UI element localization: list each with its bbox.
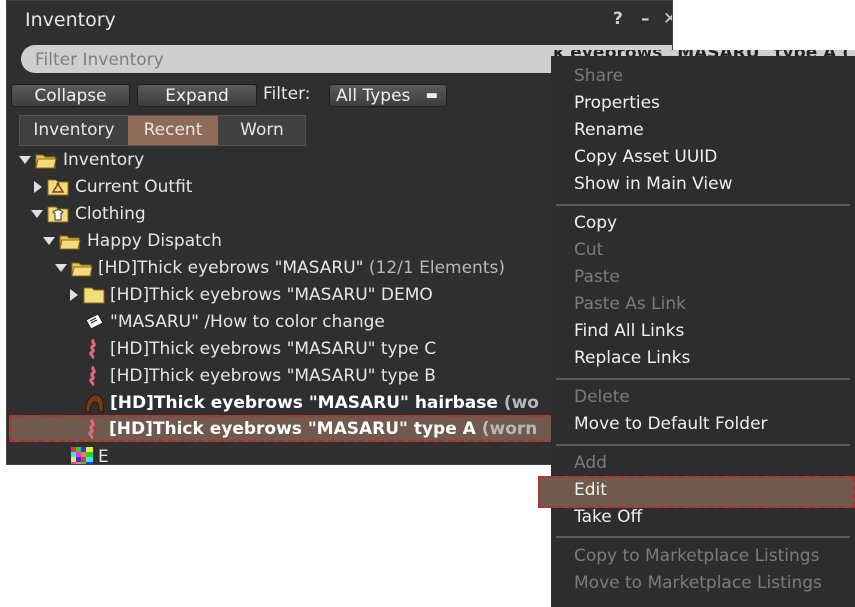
tree-label: [HD]Thick eyebrows "MASARU" DEMO — [110, 285, 433, 305]
menu-item-paste-as-link: Paste As Link — [574, 294, 686, 314]
tattoo-icon — [89, 339, 96, 359]
item-name: [HD]Thick eyebrows "MASARU" type A — [109, 419, 476, 439]
menu-item-delete: Delete — [574, 387, 630, 407]
inventory-tabs: Inventory Recent Worn — [19, 115, 306, 146]
worn-suffix: (wo — [503, 393, 539, 413]
clothing-folder-icon — [47, 206, 69, 223]
menu-item-move-to-default-folder[interactable]: Move to Default Folder — [574, 411, 768, 438]
tree-row-last[interactable]: E — [17, 444, 617, 465]
menu-item-replace-links[interactable]: Replace Links — [574, 345, 690, 372]
tree-label: Clothing — [75, 204, 146, 224]
menu-item-paste: Paste — [574, 267, 620, 287]
folder-count: (12/1 Elements) — [368, 258, 505, 278]
tree-label: [HD]Thick eyebrows "MASARU" type B — [110, 366, 436, 386]
outfit-folder-icon — [47, 179, 69, 196]
collapse-arrow-icon[interactable] — [34, 181, 42, 193]
menu-item-copy-to-marketplace: Copy to Marketplace Listings — [574, 546, 820, 566]
tree-row-clothing[interactable]: Clothing — [17, 201, 617, 227]
tree-label: Happy Dispatch — [87, 231, 222, 251]
tree-row-type-a[interactable]: [HD]Thick eyebrows "MASARU" type A (worn — [16, 416, 552, 442]
minimize-icon[interactable]: – — [641, 9, 650, 29]
notecard-icon — [85, 313, 104, 330]
dropdown-caret-icon: ▬ — [425, 88, 438, 103]
tree-label: E — [98, 447, 109, 465]
menu-item-take-off[interactable]: Take Off — [574, 504, 642, 531]
hair-icon — [85, 394, 104, 413]
tree-row-type-b[interactable]: [HD]Thick eyebrows "MASARU" type B — [17, 363, 617, 389]
window-title: Inventory — [25, 9, 116, 31]
tree-row-type-c[interactable]: [HD]Thick eyebrows "MASARU" type C — [17, 336, 617, 362]
tree-row-happy-dispatch[interactable]: Happy Dispatch — [17, 228, 617, 254]
tree-row-current-outfit[interactable]: Current Outfit — [17, 174, 617, 200]
expand-arrow-icon[interactable] — [31, 210, 43, 218]
title-bar[interactable]: Inventory ? – ✕ — [7, 1, 672, 41]
worn-suffix: (worn — [481, 419, 538, 439]
menu-item-cut: Cut — [574, 240, 604, 260]
collapse-button[interactable]: Collapse — [11, 84, 130, 107]
menu-separator — [556, 536, 850, 538]
menu-item-rename[interactable]: Rename — [574, 117, 644, 144]
tree-row-inventory[interactable]: Inventory — [17, 147, 617, 173]
menu-item-share: Share — [574, 66, 624, 86]
folder-name: [HD]Thick eyebrows "MASARU" — [98, 258, 364, 278]
tree-row-eyebrows-folder[interactable]: [HD]Thick eyebrows "MASARU" (12/1 Elemen… — [17, 255, 617, 281]
open-folder-icon — [59, 235, 81, 250]
tree-row-hairbase[interactable]: [HD]Thick eyebrows "MASARU" hairbase (wo — [17, 390, 617, 416]
item-name: [HD]Thick eyebrows "MASARU" hairbase — [110, 393, 498, 413]
menu-item-move-to-marketplace: Move to Marketplace Listings — [574, 573, 822, 593]
collapse-arrow-icon[interactable] — [70, 289, 78, 301]
tab-inventory[interactable]: Inventory — [20, 116, 128, 145]
tree-label: "MASARU" /How to color change — [110, 312, 385, 332]
menu-separator — [556, 378, 850, 380]
menu-item-find-all-links[interactable]: Find All Links — [574, 318, 684, 345]
tree-label: Inventory — [63, 150, 145, 170]
filter-type-select[interactable]: All Types ▬ — [329, 84, 447, 107]
help-icon[interactable]: ? — [613, 9, 623, 29]
menu-item-copy[interactable]: Copy — [574, 210, 617, 237]
folder-icon — [83, 287, 105, 304]
tree-row-demo-folder[interactable]: [HD]Thick eyebrows "MASARU" DEMO — [17, 282, 617, 308]
expand-arrow-icon[interactable] — [19, 156, 31, 164]
expand-arrow-icon[interactable] — [55, 264, 67, 272]
tree-row-notecard[interactable]: "MASARU" /How to color change — [17, 309, 617, 335]
expand-button[interactable]: Expand — [137, 84, 257, 107]
texture-icon — [71, 447, 93, 464]
tattoo-icon — [89, 366, 96, 386]
tree-label: [HD]Thick eyebrows "MASARU" (12/1 Elemen… — [98, 255, 505, 281]
close-icon[interactable]: ✕ — [663, 9, 672, 29]
tree-label: [HD]Thick eyebrows "MASARU" type A (worn — [109, 416, 537, 442]
filter-label: Filter: — [263, 84, 311, 104]
menu-item-show-in-main-view[interactable]: Show in Main View — [574, 171, 733, 198]
menu-separator — [556, 444, 850, 446]
tree-label: [HD]Thick eyebrows "MASARU" hairbase (wo — [110, 390, 539, 416]
tab-recent[interactable]: Recent — [128, 116, 218, 145]
tree-label: Current Outfit — [75, 177, 193, 197]
tab-worn[interactable]: Worn — [218, 116, 306, 145]
menu-item-edit[interactable]: Edit — [574, 477, 607, 504]
tree-label: [HD]Thick eyebrows "MASARU" type C — [110, 339, 437, 359]
expand-arrow-icon[interactable] — [43, 237, 55, 245]
menu-separator — [556, 204, 850, 206]
tattoo-icon — [88, 419, 95, 439]
open-folder-icon — [35, 154, 57, 169]
menu-item-copy-asset-uuid[interactable]: Copy Asset UUID — [574, 144, 717, 171]
open-folder-icon — [71, 262, 93, 277]
menu-item-properties[interactable]: Properties — [574, 90, 660, 117]
filter-type-value: All Types — [336, 86, 411, 106]
menu-item-add: Add — [574, 453, 607, 473]
